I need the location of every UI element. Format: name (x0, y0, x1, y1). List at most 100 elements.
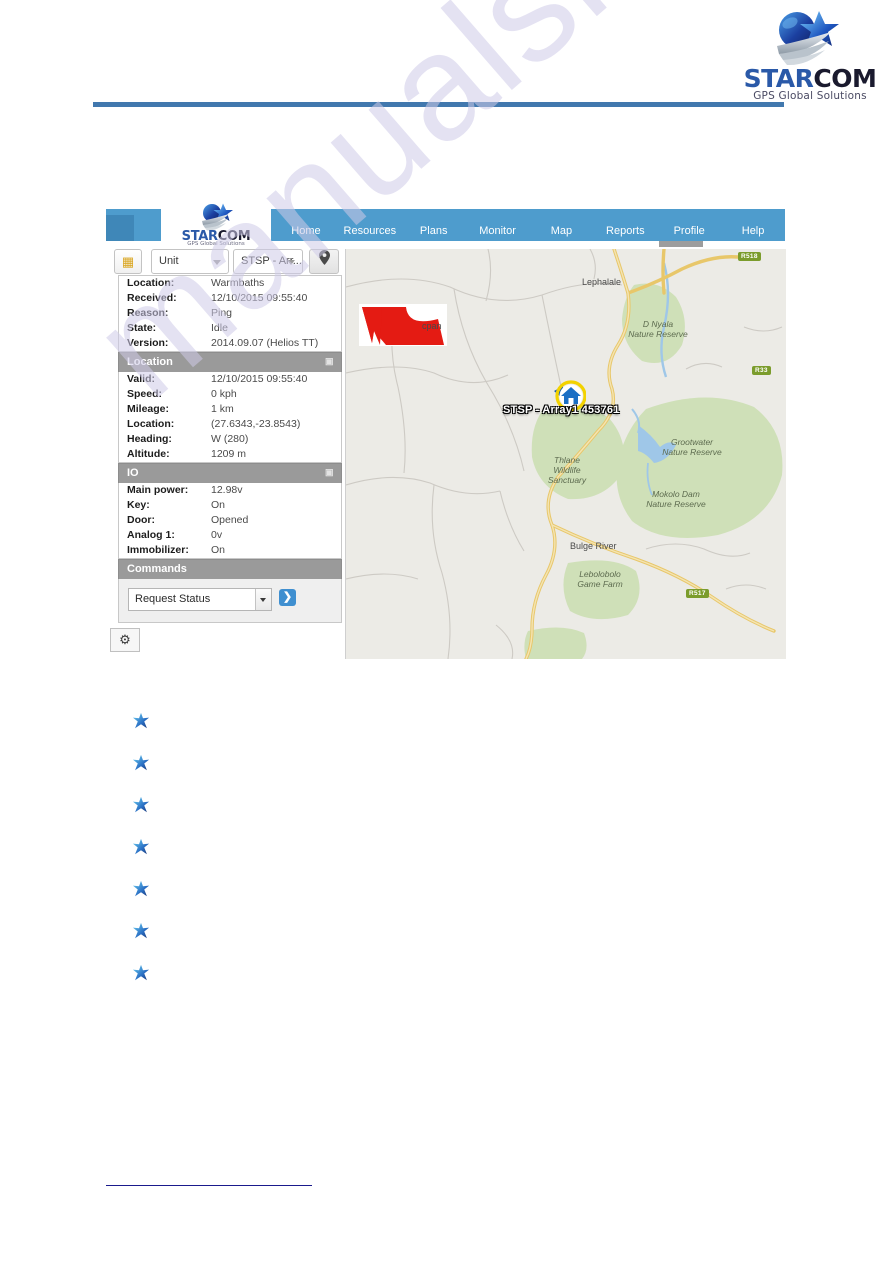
table-row: Immobilizer: On (119, 543, 341, 558)
commands-section-header: Commands (118, 559, 342, 579)
table-row: Heading: W (280) (119, 432, 341, 447)
map-render (346, 249, 786, 659)
close-icon[interactable]: ▣ (325, 468, 334, 477)
io-section-title: IO (127, 467, 139, 479)
summary-key-reason: Reason: (127, 307, 169, 319)
blue-star-bullet-icon (132, 964, 150, 981)
blue-star-bullet-icon (132, 922, 150, 939)
location-value-valid: 12/10/2015 09:55:40 (211, 373, 308, 385)
io-table: Main power: 12.98v Key: On Door: Opened Ana… (119, 483, 341, 558)
location-key-mileage: Mileage: (127, 403, 170, 415)
blue-star-bullet-icon (132, 880, 150, 897)
unit-summary-table: Location: Warmbaths Received: 12/10/2015 0… (119, 276, 341, 351)
unit-type-select[interactable]: Unit (151, 249, 229, 274)
summary-key-version: Version: (127, 337, 169, 349)
map-canvas[interactable]: Lephalale cpan D Nyala Nature Reserve Gr… (345, 249, 786, 659)
location-table: Valid: 12/10/2015 09:55:40 Speed: 0 kph Mi… (119, 372, 341, 462)
blue-star-bullet-icon (132, 754, 150, 771)
table-row: Valid: 12/10/2015 09:55:40 (119, 372, 341, 387)
nav-item-map[interactable]: Map (530, 225, 594, 237)
io-value-analog1: 0v (211, 529, 223, 541)
unit-info-panel: Location: Warmbaths Received: 12/10/2015 0… (118, 275, 342, 623)
nav-item-home[interactable]: Home (274, 225, 338, 237)
road-shield-r517: R517 (686, 589, 709, 598)
chevron-down-icon (255, 589, 271, 610)
nav-item-profile[interactable]: Profile (657, 225, 721, 237)
app-brand-logo: STARCOM GPS Global Solutions (161, 203, 271, 248)
blue-star-bullet-icon (132, 796, 150, 813)
road-shield-r518: R518 (738, 252, 761, 261)
list-item (130, 796, 770, 838)
location-card: Valid: 12/10/2015 09:55:40 Speed: 0 kph Mi… (118, 372, 342, 463)
commands-section-title: Commands (127, 563, 187, 575)
app-brand-tagline: GPS Global Solutions (187, 241, 245, 247)
nav-items: Home Resources Plans Monitor Map Reports… (274, 215, 785, 247)
table-row: Location: (27.6343,-23.8543) (119, 417, 341, 432)
location-value-speed: 0 kph (211, 388, 237, 400)
locate-button[interactable] (309, 249, 339, 274)
list-item (130, 754, 770, 796)
footer-divider (106, 1185, 312, 1186)
commands-card: Request Status ❯ (118, 579, 342, 623)
close-icon[interactable]: ▣ (325, 357, 334, 366)
location-section-title: Location (127, 356, 173, 368)
header-divider (93, 102, 784, 107)
location-key-location: Location: (127, 418, 175, 430)
application-screenshot: Home Resources Plans Monitor Map Reports… (106, 203, 786, 659)
list-view-icon[interactable]: ▦ (114, 249, 142, 274)
chevron-down-icon (287, 260, 295, 265)
nav-item-help[interactable]: Help (721, 225, 785, 237)
location-key-valid: Valid: (127, 373, 156, 385)
io-section-header: IO ▣ (118, 463, 342, 483)
table-row: Door: Opened (119, 513, 341, 528)
list-item (130, 880, 770, 922)
nav-item-plans[interactable]: Plans (402, 225, 466, 237)
bullet-list (130, 712, 770, 1006)
device-select[interactable]: STSP - Arr... (233, 249, 303, 274)
table-row: Received: 12/10/2015 09:55:40 (119, 291, 341, 306)
summary-value-version: 2014.09.07 (Helios TT) (211, 337, 319, 349)
location-section-header: Location ▣ (118, 352, 342, 372)
io-value-immobilizer: On (211, 544, 226, 556)
location-value-location: (27.6343,-23.8543) (211, 418, 301, 430)
list-item (130, 964, 770, 1006)
nav-item-monitor[interactable]: Monitor (466, 225, 530, 237)
summary-value-location: Warmbaths (211, 277, 265, 289)
location-key-altitude: Altitude: (127, 448, 170, 460)
location-value-heading: W (280) (211, 433, 249, 445)
document-brand-logo: STARCOM GPS Global Solutions (735, 10, 885, 102)
send-command-button[interactable]: ❯ (279, 589, 296, 606)
nav-item-resources[interactable]: Resources (338, 225, 402, 237)
gear-icon[interactable]: ⚙ (110, 628, 140, 652)
summary-value-reason: Ping (211, 307, 233, 319)
io-value-key: On (211, 499, 226, 511)
io-key-main-power: Main power: (127, 484, 189, 496)
location-key-heading: Heading: (127, 433, 172, 445)
table-row: Main power: 12.98v (119, 483, 341, 498)
list-item (130, 838, 770, 880)
list-item (130, 922, 770, 964)
io-key-door: Door: (127, 514, 155, 526)
brand-tagline: GPS Global Solutions (753, 90, 867, 102)
io-key-immobilizer: Immobilizer: (127, 544, 189, 556)
list-item (130, 712, 770, 754)
chevron-down-icon (213, 260, 221, 265)
summary-key-received: Received: (127, 292, 177, 304)
table-row: Key: On (119, 498, 341, 513)
command-select[interactable]: Request Status (128, 588, 272, 611)
brand-name-part1: STAR (743, 64, 814, 93)
summary-key-state: State: (127, 322, 157, 334)
map-toolbar: ▦ Unit STSP - Arr... (110, 249, 342, 277)
summary-key-location: Location: (127, 277, 175, 289)
blue-star-bullet-icon (132, 838, 150, 855)
table-row: Analog 1: 0v (119, 528, 341, 543)
nav-item-reports[interactable]: Reports (593, 225, 657, 237)
table-row: Version: 2014.09.07 (Helios TT) (119, 336, 341, 351)
starcom-globe-star-icon (202, 203, 233, 231)
summary-value-received: 12/10/2015 09:55:40 (211, 292, 308, 304)
active-tab-indicator (659, 241, 703, 247)
nav-left-block (106, 215, 134, 241)
brand-wordmark: STARCOM (735, 66, 885, 91)
unit-type-select-value: Unit (159, 255, 179, 267)
road-shield-r33: R33 (752, 366, 771, 375)
